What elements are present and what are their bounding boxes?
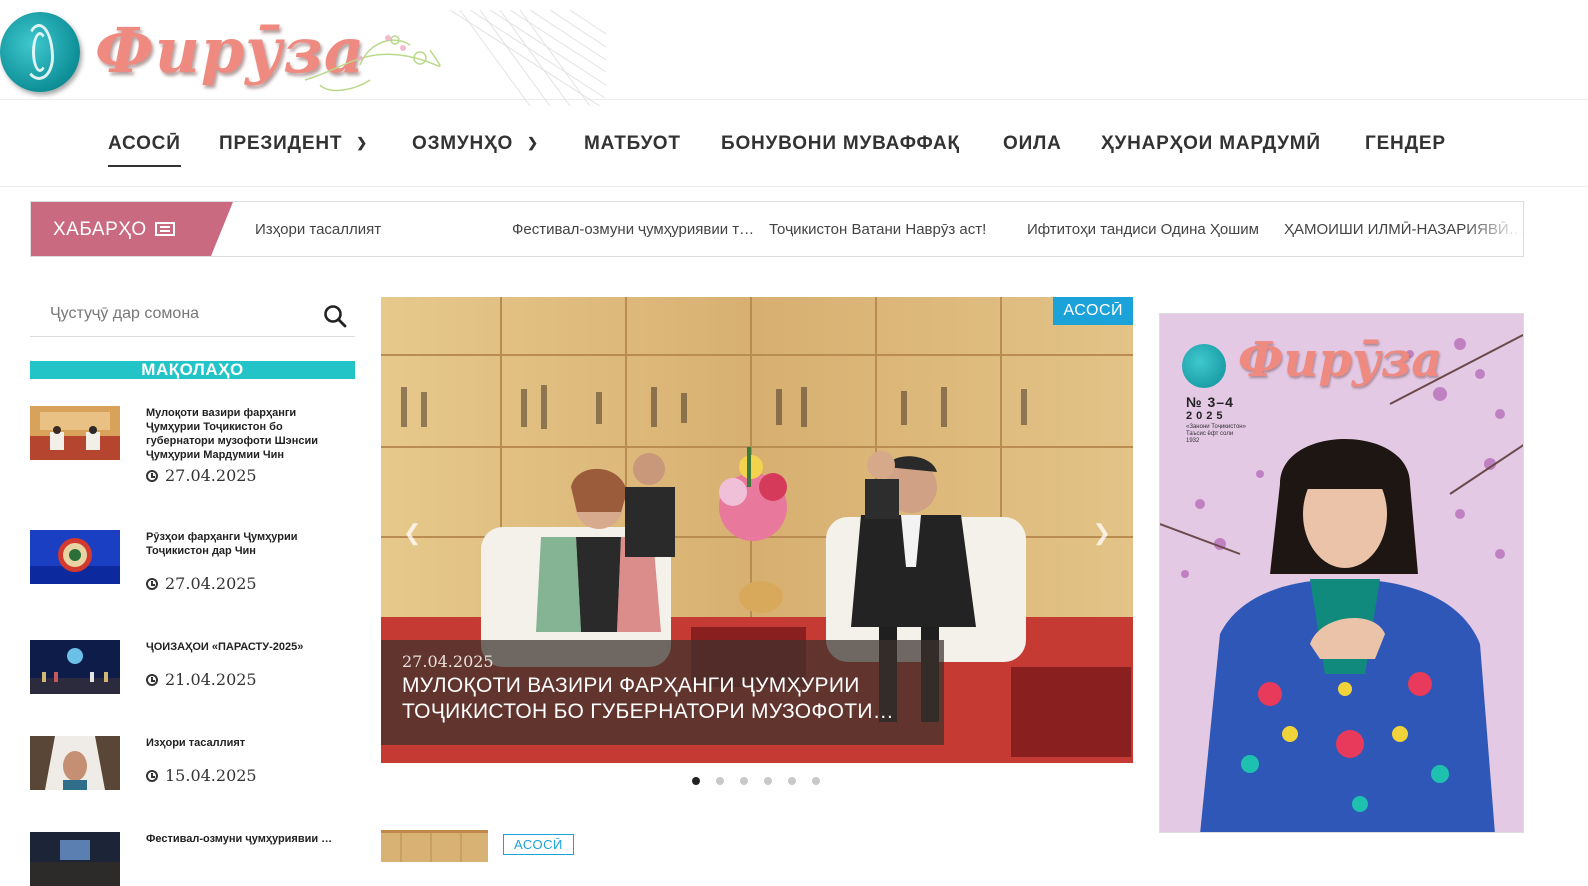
clock-icon: [146, 578, 158, 590]
article-thumbnail[interactable]: [30, 530, 120, 584]
article-date: 27.04.2025: [146, 574, 257, 593]
slider-dot[interactable]: [788, 777, 796, 785]
cover-logo-icon: [1182, 344, 1226, 388]
logo-emblem-icon: [0, 12, 80, 92]
article-date-text: 21.04.2025: [165, 670, 257, 689]
slider-dot[interactable]: [692, 777, 700, 785]
article-title[interactable]: Фестивал-озмуни ҷумҳуриявии …: [146, 832, 351, 846]
category-tag[interactable]: АСОСӢ: [503, 834, 574, 855]
news-ticker: ХАБАРҲО Изҳори тасаллият Фестивал-озмуни…: [30, 201, 1524, 257]
nav-item-family[interactable]: ОИЛА: [1003, 133, 1062, 155]
article-title[interactable]: Рӯзҳои фарҳанги Ҷумҳурии Тоҷикистон дар …: [146, 530, 351, 558]
clock-icon: [146, 470, 158, 482]
article-thumbnail[interactable]: [30, 736, 120, 790]
nav-item-successful-women[interactable]: БОНУВОНИ МУВАФФАҚ: [721, 133, 960, 155]
slider-dot[interactable]: [812, 777, 820, 785]
chevron-down-icon: ❯: [527, 135, 539, 150]
nav-item-folk-crafts[interactable]: ҲУНАРҲОИ МАРДУМӢ: [1101, 133, 1321, 155]
site-logo[interactable]: Фирӯза: [0, 8, 610, 106]
site-header: Фирӯза: [0, 0, 1588, 106]
article-date-text: 27.04.2025: [165, 466, 257, 485]
article-title[interactable]: ҶОИЗАҲОИ «ПАРАСТУ-2025»: [146, 640, 351, 654]
list-item[interactable]: Изҳори тасаллият 15.04.2025: [30, 736, 355, 806]
article-date: 27.04.2025: [146, 466, 257, 485]
search-input[interactable]: [50, 305, 310, 323]
nav-item-label: МАТБУОТ: [584, 133, 681, 154]
article-thumbnail[interactable]: [30, 832, 120, 886]
ticker-label-text: ХАБАРҲО: [53, 219, 147, 240]
cover-title: Фирӯза: [1238, 332, 1443, 388]
cover-subtitle: «Занони Тоҷикистон» Таъсис ёфт соли 1932: [1186, 424, 1246, 444]
article-date-text: 15.04.2025: [165, 766, 257, 785]
magazine-cover[interactable]: Фирӯза № 3–4 2025 «Занони Тоҷикистон» Та…: [1159, 313, 1524, 833]
articles-section-title: МАҚОЛАҲО: [30, 361, 355, 379]
ticker-label: ХАБАРҲО: [31, 202, 233, 256]
slide-caption[interactable]: 27.04.2025 МУЛОҚОТИ ВАЗИРИ ФАРҲАНГИ ҶУМҲ…: [381, 640, 944, 745]
slider-next-icon[interactable]: ❯: [1093, 520, 1111, 546]
cover-image: [1160, 314, 1523, 832]
slider-dot[interactable]: [740, 777, 748, 785]
nav-item-label: АСОСӢ: [108, 133, 181, 154]
nav-item-label: ОИЛА: [1003, 133, 1062, 154]
nav-item-label: ОЗМУНҲО: [412, 133, 514, 154]
article-date: 15.04.2025: [146, 766, 257, 785]
newspaper-icon: [154, 222, 175, 236]
ticker-fade: [1463, 202, 1523, 256]
article-date-text: 27.04.2025: [165, 574, 257, 593]
nav-item-gender[interactable]: ГЕНДЕР: [1365, 133, 1446, 155]
nav-item-label: ПРЕЗИДЕНТ: [219, 133, 343, 154]
article-title[interactable]: Изҳори тасаллият: [146, 736, 351, 750]
chevron-down-icon: ❯: [356, 135, 368, 150]
list-item[interactable]: Фестивал-озмуни ҷумҳуриявии …: [30, 832, 355, 886]
ticker-link[interactable]: Ифтитоҳи тандиси Одина Ҳошим: [1027, 221, 1259, 238]
search-box: [30, 295, 355, 337]
article-title[interactable]: Мулоқоти вазири фарҳанги Ҷумҳурии Тоҷики…: [146, 406, 351, 462]
ticker-link[interactable]: Изҳори тасаллият: [255, 221, 381, 238]
ticker-link[interactable]: Фестивал-озмуни ҷумҳуриявии т…: [512, 221, 754, 238]
floral-ornament-icon: [304, 10, 607, 106]
article-date: 21.04.2025: [146, 670, 257, 689]
slide-date: 27.04.2025: [402, 652, 494, 671]
slider-dot[interactable]: [716, 777, 724, 785]
ticker-link[interactable]: Тоҷикистон Ватани Наврӯз аст!: [769, 221, 986, 238]
featured-slider[interactable]: АСОСӢ ❮ ❯ 27.04.2025 МУЛОҚОТИ ВАЗИРИ ФАР…: [381, 297, 1133, 763]
slider-dot[interactable]: [764, 777, 772, 785]
nav-item-home[interactable]: АСОСӢ: [108, 133, 181, 167]
main-nav: АСОСӢ ПРЕЗИДЕНТ ❯ ОЗМУНҲО ❯ МАТБУОТ БОНУВО…: [0, 101, 1588, 187]
category-tag[interactable]: АСОСӢ: [1053, 297, 1133, 325]
list-item[interactable]: Рӯзҳои фарҳанги Ҷумҳурии Тоҷикистон дар …: [30, 530, 355, 610]
clock-icon: [146, 770, 158, 782]
slider-prev-icon[interactable]: ❮: [403, 520, 421, 546]
clock-icon: [146, 674, 158, 686]
slide-title[interactable]: МУЛОҚОТИ ВАЗИРИ ФАРҲАНГИ ҶУМҲУРИИ ТОҶИКИ…: [402, 673, 932, 725]
article-thumbnail[interactable]: [381, 830, 488, 862]
article-thumbnail[interactable]: [30, 406, 120, 460]
nav-item-label: БОНУВОНИ МУВАФФАҚ: [721, 133, 960, 154]
cover-year: 2025: [1186, 410, 1227, 422]
search-icon[interactable]: [323, 304, 347, 328]
cover-issue: № 3–4: [1186, 394, 1234, 410]
nav-item-label: ГЕНДЕР: [1365, 133, 1446, 154]
nav-item-president[interactable]: ПРЕЗИДЕНТ ❯: [219, 133, 368, 155]
nav-item-press[interactable]: МАТБУОТ: [584, 133, 681, 155]
article-thumbnail[interactable]: [30, 640, 120, 694]
list-item[interactable]: Мулоқоти вазири фарҳанги Ҷумҳурии Тоҷики…: [30, 406, 355, 506]
list-item[interactable]: ҶОИЗАҲОИ «ПАРАСТУ-2025» 21.04.2025: [30, 640, 355, 710]
nav-item-label: ҲУНАРҲОИ МАРДУМӢ: [1101, 133, 1321, 154]
nav-item-contests[interactable]: ОЗМУНҲО ❯: [412, 133, 539, 155]
